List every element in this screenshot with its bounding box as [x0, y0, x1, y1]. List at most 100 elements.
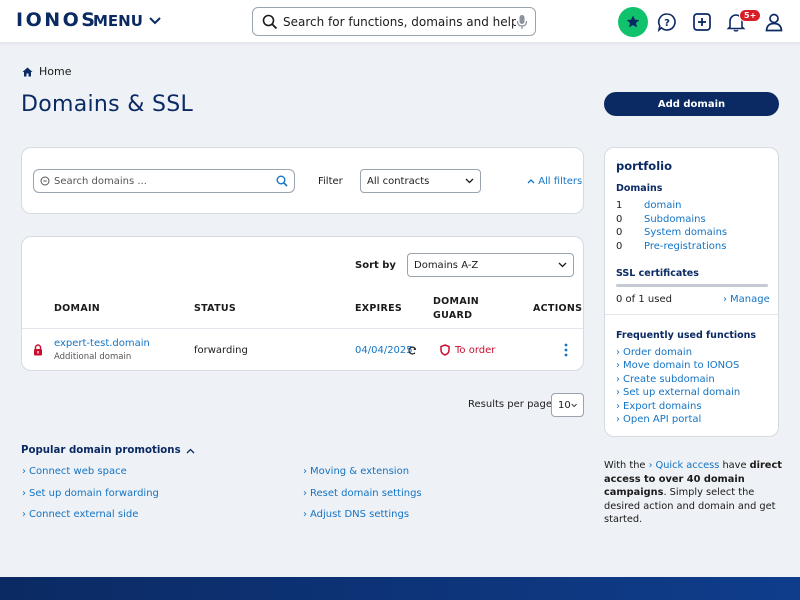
contracts-select[interactable]: All contracts [360, 169, 481, 193]
domain-expires[interactable]: 04/04/2025 [355, 345, 413, 356]
auto-renew-icon [408, 346, 417, 355]
function-move-domain[interactable]: › Move domain to IONOS [616, 360, 739, 371]
manage-label: Manage [730, 294, 770, 305]
promo-label: Connect external side [29, 509, 139, 520]
ssl-usage-bar [616, 284, 768, 287]
all-filters-label: All filters [538, 176, 583, 187]
user-icon [765, 13, 783, 32]
breadcrumb-home[interactable]: Home [39, 65, 71, 78]
function-create-subdomain[interactable]: › Create subdomain [616, 374, 715, 385]
create-button[interactable] [687, 7, 717, 37]
help-button[interactable]: ? [652, 7, 682, 37]
promo-adjust-dns[interactable]: › Adjust DNS settings [303, 509, 409, 520]
promo-label: Connect web space [29, 466, 127, 477]
domain-search[interactable] [33, 169, 295, 193]
promo-connect-web-space[interactable]: › Connect web space [22, 466, 127, 477]
breadcrumb[interactable]: Home [22, 65, 71, 78]
chevron-down-icon [465, 178, 474, 184]
sort-select[interactable]: Domains A-Z [407, 253, 574, 277]
chevron-right-icon: › [616, 360, 620, 371]
filter-bar: Filter All contracts All filters [21, 147, 584, 214]
portfolio-divider [605, 314, 778, 315]
chevron-up-icon [527, 179, 535, 184]
star-icon [626, 15, 640, 28]
domains-table: Sort by Domains A-Z DOMAIN STATUS EXPIRE… [21, 236, 584, 371]
portfolio-panel: portfolio Domains 1 domain 0 Subdomains … [604, 147, 779, 437]
portfolio-title: portfolio [616, 159, 672, 173]
promo-connect-external[interactable]: › Connect external side [22, 509, 138, 520]
function-label: Move domain to IONOS [623, 360, 740, 371]
promotions-toggle[interactable]: Popular domain promotions [21, 445, 195, 456]
chevron-right-icon: › [22, 488, 26, 499]
ssl-manage-link[interactable]: › Manage [723, 294, 770, 305]
portfolio-domain-link[interactable]: domain [644, 200, 681, 211]
promo-reset-settings[interactable]: › Reset domain settings [303, 488, 422, 499]
portfolio-pre-registrations-link[interactable]: Pre-registrations [644, 241, 726, 252]
top-header: IONOS MENU ? 5+ [0, 0, 800, 43]
chevron-right-icon: › [616, 401, 620, 412]
header-expires[interactable]: EXPIRES [355, 303, 402, 314]
function-label: Export domains [623, 401, 702, 412]
function-export-domains[interactable]: › Export domains [616, 401, 702, 412]
quick-access-link[interactable]: Quick access [655, 460, 719, 471]
favorites-button[interactable] [618, 7, 648, 37]
function-label: Create subdomain [623, 374, 715, 385]
promo-label: Adjust DNS settings [310, 509, 410, 520]
function-order-domain[interactable]: › Order domain [616, 347, 692, 358]
plus-square-icon [693, 13, 711, 31]
sort-label: Sort by [355, 260, 396, 271]
filter-label: Filter [318, 176, 343, 187]
promo-label: Moving & extension [310, 466, 410, 477]
promo-label: Reset domain settings [310, 488, 422, 499]
function-label: Set up external domain [623, 387, 741, 398]
chevron-down-icon [558, 262, 567, 268]
chevron-right-icon: › [648, 460, 653, 471]
function-external-domain[interactable]: › Set up external domain [616, 387, 740, 398]
search-icon[interactable] [276, 175, 288, 187]
header-domain[interactable]: DOMAIN [54, 303, 100, 314]
promo-domain-forwarding[interactable]: › Set up domain forwarding [22, 488, 159, 499]
chevron-down-icon [149, 17, 161, 25]
account-button[interactable] [759, 7, 789, 37]
subdomain-count: 0 [616, 214, 623, 225]
clear-icon[interactable] [40, 176, 50, 186]
shield-icon [440, 344, 450, 356]
system-domain-count: 0 [616, 227, 623, 238]
more-actions-icon[interactable] [563, 343, 569, 357]
functions-heading: Frequently used functions [616, 330, 757, 341]
global-search[interactable] [252, 7, 536, 36]
ionos-logo[interactable]: IONOS [16, 9, 97, 31]
add-domain-button[interactable]: Add domain [604, 92, 779, 116]
chevron-up-icon [186, 448, 195, 453]
quick-access-middle: have [722, 460, 747, 471]
all-filters-toggle[interactable]: All filters [527, 176, 582, 187]
global-search-input[interactable] [283, 14, 516, 29]
chevron-right-icon: › [303, 488, 307, 499]
domain-type: Additional domain [54, 352, 132, 362]
promo-moving-extension[interactable]: › Moving & extension [303, 466, 409, 477]
chevron-right-icon: › [616, 414, 620, 425]
results-per-page-label: Results per page [468, 399, 553, 410]
menu-button[interactable]: MENU [93, 12, 161, 30]
pre-registration-count: 0 [616, 241, 623, 252]
domain-guard-order-link[interactable]: To order [455, 345, 495, 356]
promo-label: Set up domain forwarding [29, 488, 159, 499]
function-label: Open API portal [623, 414, 702, 425]
function-api-portal[interactable]: › Open API portal [616, 414, 701, 425]
menu-label: MENU [93, 12, 143, 30]
header-domain-guard-2: GUARD [433, 310, 473, 321]
table-divider [22, 328, 583, 329]
domain-search-input[interactable] [54, 175, 276, 187]
search-icon [262, 14, 278, 29]
portfolio-subdomains-link[interactable]: Subdomains [644, 214, 706, 225]
quick-access-info: With the › Quick access have direct acces… [604, 459, 784, 527]
header-status[interactable]: STATUS [194, 303, 236, 314]
header-domain-guard-1: DOMAIN [433, 296, 480, 307]
domain-name-link[interactable]: expert-test.domain [54, 338, 150, 349]
domain-status: forwarding [194, 345, 248, 356]
portfolio-system-domains-link[interactable]: System domains [644, 227, 727, 238]
results-per-page-select[interactable]: 10 [551, 393, 584, 417]
chevron-right-icon: › [616, 347, 620, 358]
microphone-icon[interactable] [516, 14, 528, 30]
chevron-right-icon: › [303, 509, 307, 520]
